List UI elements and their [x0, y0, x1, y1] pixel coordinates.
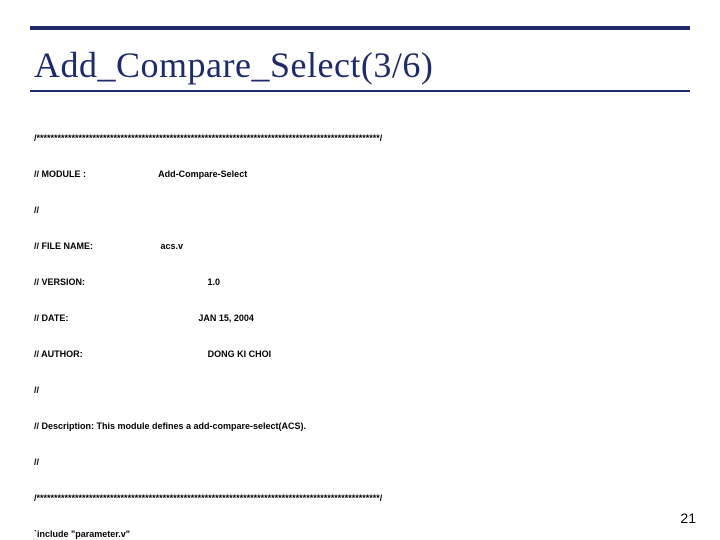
code-line: // DATE: JAN 15, 2004 [34, 312, 686, 324]
code-line: // Description: This module defines a ad… [34, 420, 686, 432]
code-line: // VERSION: 1.0 [34, 276, 686, 288]
header-top-rule [30, 26, 690, 30]
code-line: // AUTHOR: DONG KI CHOI [34, 348, 686, 360]
page-number: 21 [680, 510, 696, 526]
code-line: // [34, 204, 686, 216]
code-line: // MODULE : Add-Compare-Select [34, 168, 686, 180]
header-bottom-rule [30, 90, 690, 92]
slide-title: Add_Compare_Select(3/6) [34, 44, 433, 86]
code-line: // [34, 384, 686, 396]
code-line: /***************************************… [34, 492, 686, 504]
code-line: `include "parameter.v" [34, 528, 686, 540]
code-line: // [34, 456, 686, 468]
code-block: /***************************************… [34, 108, 686, 540]
code-line: // FILE NAME: acs.v [34, 240, 686, 252]
code-line: /***************************************… [34, 132, 686, 144]
slide: Add_Compare_Select(3/6) /***************… [0, 0, 720, 540]
